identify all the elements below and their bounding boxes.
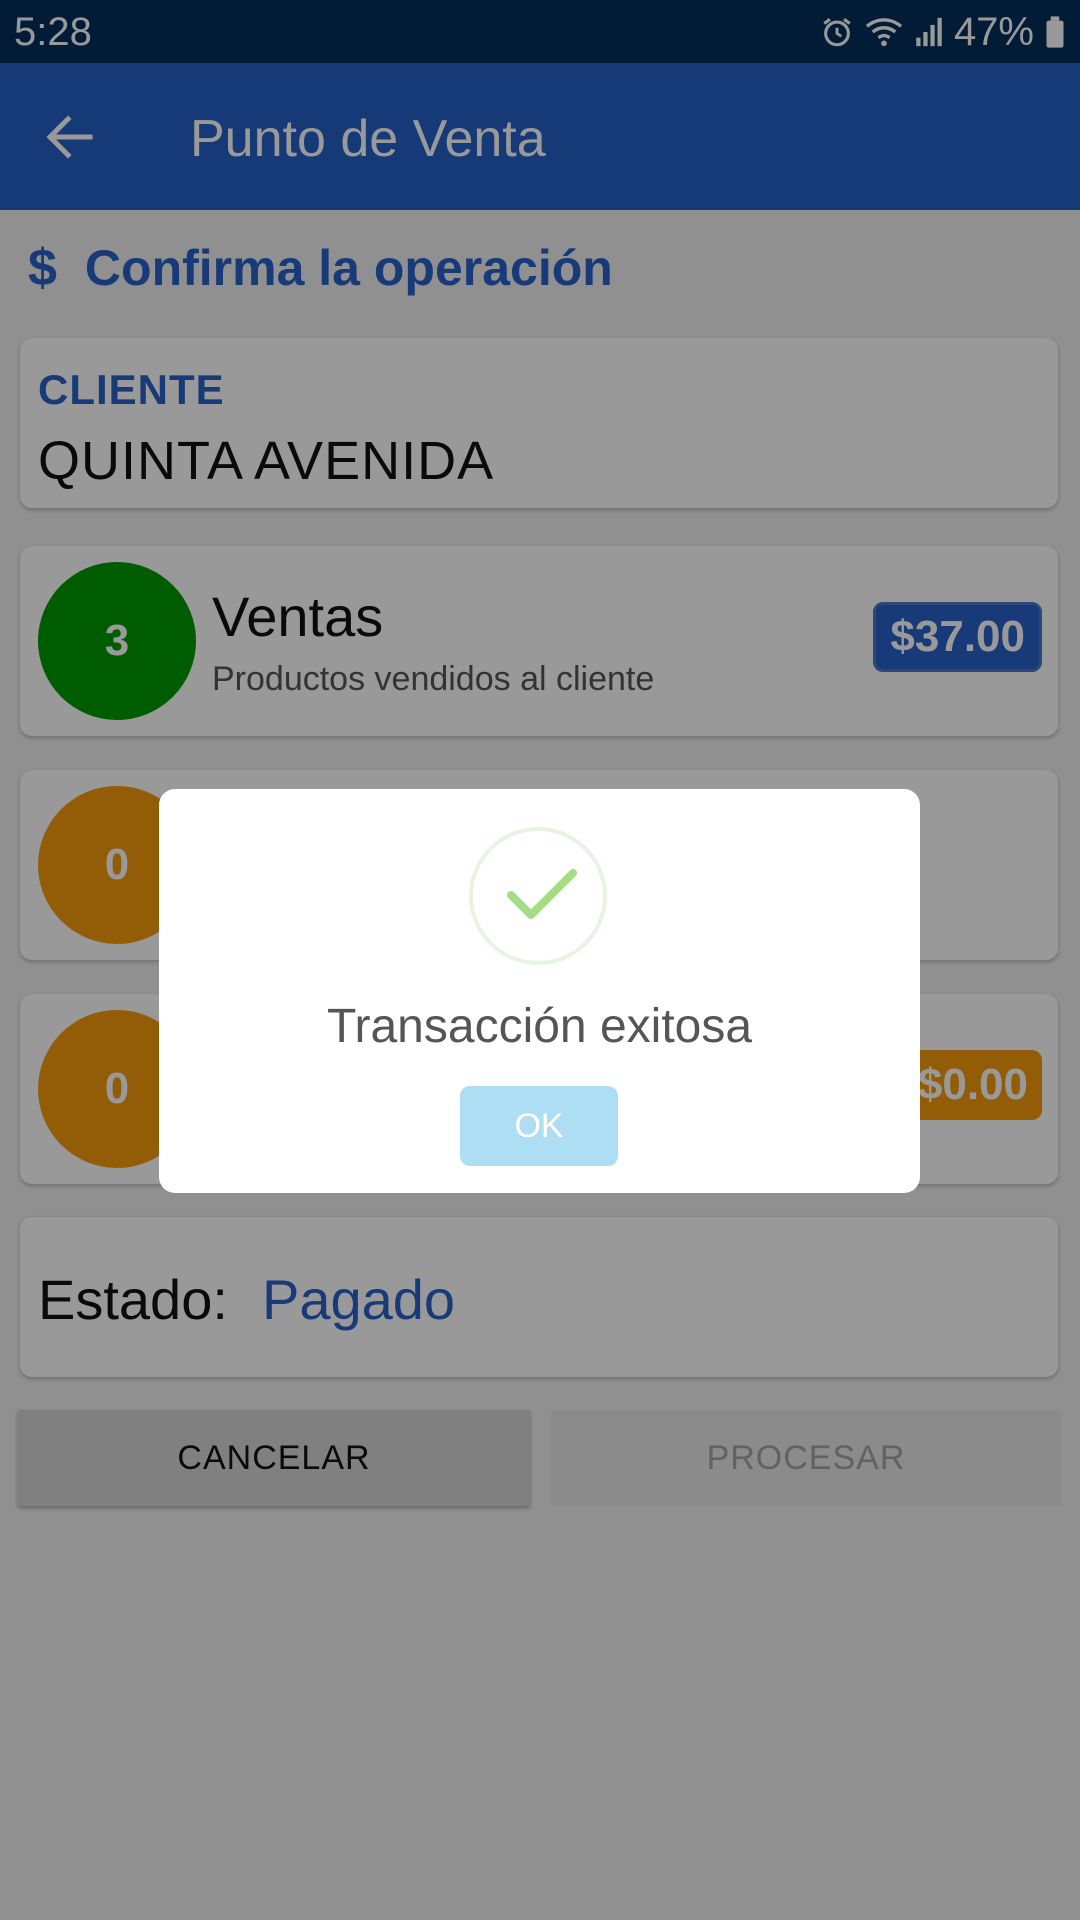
dialog-message: Transacción exitosa	[326, 1000, 753, 1053]
ok-button[interactable]: OK	[460, 1086, 618, 1166]
success-dialog: Transacción exitosa OK	[159, 789, 920, 1193]
check-icon	[507, 869, 577, 919]
success-check-circle	[469, 827, 607, 965]
